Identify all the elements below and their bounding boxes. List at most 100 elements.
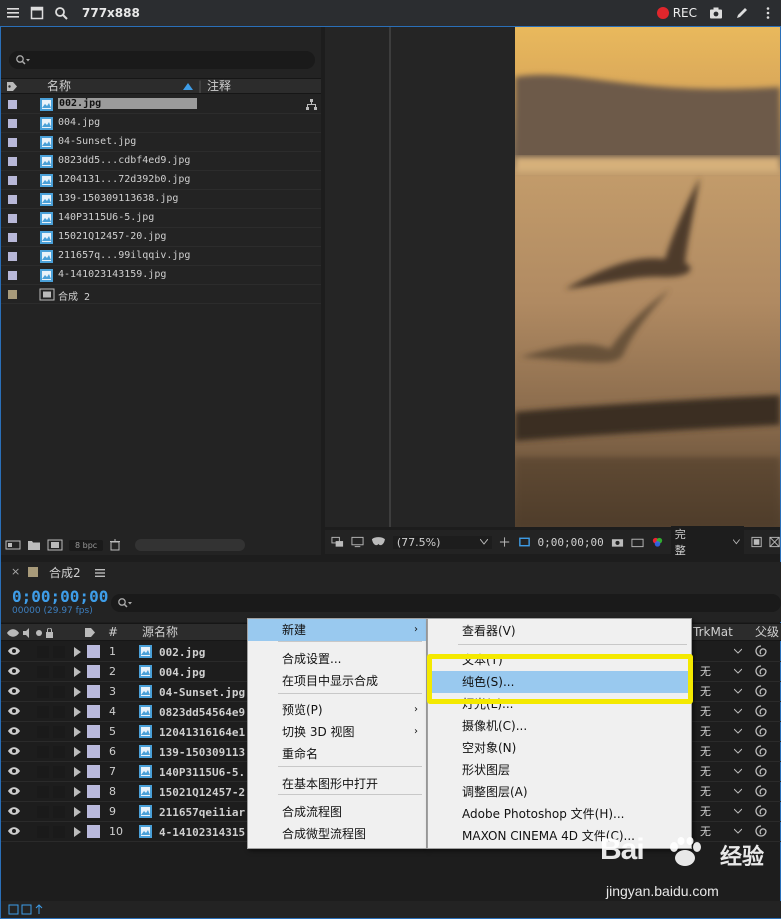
project-item[interactable]: 合成 2 xyxy=(1,285,321,304)
label-color-swatch[interactable] xyxy=(8,157,17,166)
expand-triangle-icon[interactable] xyxy=(74,767,81,777)
expand-triangle-icon[interactable] xyxy=(74,707,81,717)
solo-switch[interactable] xyxy=(37,746,49,758)
solo-switch[interactable] xyxy=(37,786,49,798)
parent-pickwhip-icon[interactable] xyxy=(754,764,768,778)
solo-switch[interactable] xyxy=(37,666,49,678)
label-color-swatch[interactable] xyxy=(8,176,17,185)
expand-triangle-icon[interactable] xyxy=(74,827,81,837)
context-menu-item[interactable]: 预览(P) › xyxy=(248,699,426,721)
expand-triangle-icon[interactable] xyxy=(74,787,81,797)
more-icon[interactable] xyxy=(761,6,775,20)
label-color-swatch[interactable] xyxy=(87,665,100,678)
menu-icon[interactable] xyxy=(6,6,20,20)
tab-comp[interactable]: 合成2 xyxy=(49,564,81,581)
expand-triangle-icon[interactable] xyxy=(74,647,81,657)
lock-switch[interactable] xyxy=(53,706,65,718)
visibility-eye-icon[interactable] xyxy=(7,785,21,797)
submenu-item[interactable]: Adobe Photoshop 文件(H)... xyxy=(428,803,691,825)
solo-switch[interactable] xyxy=(37,726,49,738)
visibility-eye-icon[interactable] xyxy=(7,825,21,837)
parent-pickwhip-icon[interactable] xyxy=(754,724,768,738)
visibility-eye-icon[interactable] xyxy=(7,645,21,657)
label-color-swatch[interactable] xyxy=(8,119,17,128)
label-color-swatch[interactable] xyxy=(8,138,17,147)
record-button[interactable]: REC xyxy=(656,6,697,20)
project-item[interactable]: 140P3115U6-5.jpg xyxy=(1,209,321,228)
parent-pickwhip-icon[interactable] xyxy=(754,664,768,678)
label-color-swatch[interactable] xyxy=(8,214,17,223)
context-menu-item[interactable]: 合成微型流程图 xyxy=(248,823,426,845)
label-color-swatch[interactable] xyxy=(87,685,100,698)
label-color-swatch[interactable] xyxy=(87,825,100,838)
submenu-item[interactable]: 形状图层 xyxy=(428,759,691,781)
monitor-icon[interactable] xyxy=(351,536,364,548)
new-folder-icon[interactable] xyxy=(27,539,41,551)
project-item[interactable]: 1204131...72d392b0.jpg xyxy=(1,171,321,190)
snapshot-icon[interactable] xyxy=(611,536,624,548)
submenu-item[interactable]: 摄像机(C)... xyxy=(428,715,691,737)
column-name[interactable]: 名称 xyxy=(47,79,71,94)
label-color-swatch[interactable] xyxy=(87,765,100,778)
layer-source-name[interactable]: 0823dd54564e9 xyxy=(159,706,245,719)
viewer-timecode[interactable]: 0;00;00;00 xyxy=(538,536,604,549)
fast-preview-icon[interactable] xyxy=(751,536,762,548)
region-of-interest-icon[interactable] xyxy=(518,536,531,548)
label-color-swatch[interactable] xyxy=(8,195,17,204)
solo-switch[interactable] xyxy=(37,646,49,658)
trkmat-dropdown[interactable] xyxy=(698,643,746,660)
sort-ascending-icon[interactable] xyxy=(183,83,193,90)
layer-source-name[interactable]: 12041316164e1 xyxy=(159,726,245,739)
layer-source-name[interactable]: 15021Q12457-2 xyxy=(159,786,245,799)
layer-source-name[interactable]: 002.jpg xyxy=(159,646,205,659)
lock-switch[interactable] xyxy=(53,726,65,738)
transparency-grid-icon[interactable] xyxy=(769,536,780,548)
label-color-swatch[interactable] xyxy=(87,645,100,658)
column-comment[interactable]: 注释 xyxy=(207,79,231,94)
label-color-swatch[interactable] xyxy=(8,100,17,109)
parent-pickwhip-icon[interactable] xyxy=(754,744,768,758)
solo-switch[interactable] xyxy=(37,766,49,778)
visibility-eye-icon[interactable] xyxy=(7,705,21,717)
layer-source-name[interactable]: 139-150309113 xyxy=(159,746,245,759)
visibility-eye-icon[interactable] xyxy=(7,805,21,817)
expand-triangle-icon[interactable] xyxy=(74,727,81,737)
visibility-eye-icon[interactable] xyxy=(7,725,21,737)
label-color-swatch[interactable] xyxy=(87,725,100,738)
parent-pickwhip-icon[interactable] xyxy=(754,784,768,798)
layer-source-name[interactable]: 4-14102314315 xyxy=(159,826,245,839)
label-color-swatch[interactable] xyxy=(8,290,17,299)
label-color-swatch[interactable] xyxy=(87,745,100,758)
lock-switch[interactable] xyxy=(53,646,65,658)
flowchart-icon[interactable] xyxy=(305,98,318,111)
trash-icon[interactable] xyxy=(109,539,121,551)
current-time-display[interactable]: 0;00;00;00 xyxy=(12,587,108,606)
project-item[interactable]: 4-141023143159.jpg xyxy=(1,266,321,285)
context-menu-item[interactable]: 合成流程图 xyxy=(248,801,426,823)
project-item[interactable]: 15021Q12457-20.jpg xyxy=(1,228,321,247)
lock-switch[interactable] xyxy=(53,766,65,778)
visibility-eye-icon[interactable] xyxy=(7,665,21,677)
label-color-swatch[interactable] xyxy=(8,271,17,280)
layer-source-name[interactable]: 211657qei1iar xyxy=(159,806,245,819)
zoom-dropdown[interactable]: (77.5%) xyxy=(392,535,493,549)
label-color-swatch[interactable] xyxy=(8,252,17,261)
timeline-search-input[interactable] xyxy=(111,594,781,612)
parent-pickwhip-icon[interactable] xyxy=(754,684,768,698)
trkmat-dropdown[interactable]: 无 xyxy=(698,803,746,820)
expand-triangle-icon[interactable] xyxy=(74,807,81,817)
label-color-swatch[interactable] xyxy=(87,705,100,718)
lock-switch[interactable] xyxy=(53,806,65,818)
label-tag-icon[interactable] xyxy=(84,627,96,638)
label-color-swatch[interactable] xyxy=(8,233,17,242)
submenu-item[interactable]: 查看器(V) xyxy=(428,620,691,642)
context-menu-item[interactable]: 重命名 xyxy=(248,743,426,765)
search-icon[interactable] xyxy=(54,6,68,20)
window-icon[interactable] xyxy=(30,6,44,20)
context-menu-item[interactable]: 在基本图形中打开 xyxy=(248,773,426,795)
layer-source-name[interactable]: 004.jpg xyxy=(159,666,205,679)
expand-triangle-icon[interactable] xyxy=(74,667,81,677)
grid-icon[interactable] xyxy=(499,536,510,548)
interpret-footage-icon[interactable] xyxy=(5,539,21,551)
parent-pickwhip-icon[interactable] xyxy=(754,704,768,718)
